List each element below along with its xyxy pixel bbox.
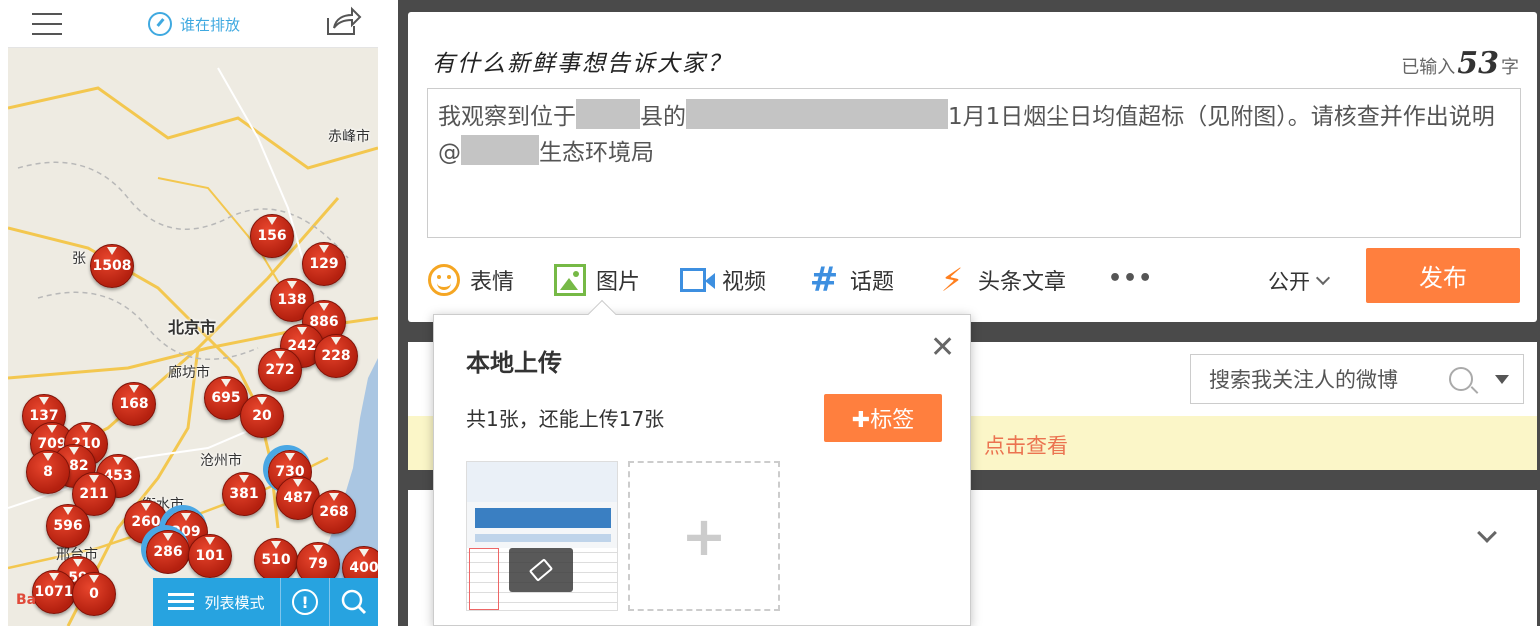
- city-label: 沧州市: [200, 453, 242, 469]
- add-image-slot[interactable]: +: [628, 461, 780, 611]
- pollution-map[interactable]: 赤峰市 北京市 廊坊市 张 沧州市 邢台市 衡水市 156 129 1508 1…: [8, 48, 378, 626]
- emission-marker[interactable]: 168: [112, 382, 156, 426]
- map-app-panel: 谁在排放 赤峰市 北京市 廊坊市 张 沧州市 邢台市 衡水市 156 129 1…: [8, 0, 378, 626]
- emission-marker[interactable]: 272: [258, 348, 302, 392]
- bottom-bar: 列表模式 !: [153, 578, 378, 626]
- thumb-highlight: [469, 548, 499, 610]
- article-button[interactable]: ⚡ 头条文章: [936, 260, 1066, 300]
- info-button[interactable]: !: [280, 578, 329, 626]
- tag-icon[interactable]: [509, 548, 573, 592]
- thumb-nav: [475, 508, 611, 528]
- list-mode-button[interactable]: 列表模式: [153, 578, 280, 626]
- list-icon: [168, 593, 195, 611]
- chevron-down-icon[interactable]: [1477, 523, 1497, 543]
- list-mode-label: 列表模式: [204, 593, 265, 612]
- video-icon: [680, 268, 715, 292]
- baidu-watermark: Ba: [16, 592, 37, 608]
- share-icon[interactable]: [324, 6, 362, 38]
- video-button[interactable]: 视频: [680, 260, 766, 300]
- upload-popover: 本地上传 ✕ 共1张，还能上传17张 ✚标签 +: [433, 299, 971, 626]
- city-label: 张: [72, 251, 86, 267]
- emission-marker[interactable]: 228: [314, 334, 358, 378]
- thumb-bar: [475, 534, 611, 542]
- emission-marker[interactable]: 20: [240, 394, 284, 438]
- emission-marker[interactable]: 0: [72, 572, 116, 616]
- app-name: 谁在排放: [180, 15, 241, 34]
- search-icon: [341, 589, 367, 615]
- topic-button[interactable]: # 话题: [808, 260, 894, 300]
- city-label: 廊坊市: [168, 365, 210, 381]
- more-icon[interactable]: •••: [1108, 266, 1153, 291]
- app-brand: 谁在排放: [148, 12, 240, 36]
- info-icon: !: [292, 589, 318, 615]
- counter-suffix: 字: [1501, 57, 1519, 78]
- upload-count: 共1张，还能上传17张: [466, 407, 665, 431]
- map-search-button[interactable]: [329, 578, 378, 626]
- hashtag-icon: #: [809, 260, 839, 300]
- compass-icon: [148, 12, 172, 36]
- search-placeholder: 搜索我关注人的微博: [1209, 368, 1398, 392]
- emission-marker[interactable]: 101: [188, 534, 232, 578]
- video-label: 视频: [722, 270, 767, 295]
- compose-prompt: 有什么新鲜事想告诉大家？: [432, 51, 732, 77]
- emission-marker[interactable]: 8: [26, 450, 70, 494]
- smiley-icon: [428, 264, 460, 296]
- topic-label: 话题: [850, 270, 895, 295]
- redacted-block: [686, 99, 948, 129]
- compose-text: 生态环境局: [539, 140, 654, 166]
- char-counter: 已输入 53 字: [1401, 46, 1519, 81]
- counter-prefix: 已输入: [1401, 57, 1456, 78]
- emission-marker[interactable]: 286: [146, 530, 190, 574]
- emoji-label: 表情: [470, 270, 515, 295]
- emission-marker[interactable]: 1508: [90, 244, 134, 288]
- city-label: 北京市: [168, 318, 217, 337]
- image-button[interactable]: 图片: [554, 260, 640, 300]
- view-new-posts-link[interactable]: 点击查看: [984, 430, 1068, 460]
- redacted-block: [576, 99, 640, 129]
- image-label: 图片: [596, 270, 641, 295]
- emission-marker[interactable]: 510: [254, 538, 298, 582]
- feed-search-input[interactable]: 搜索我关注人的微博: [1190, 354, 1524, 404]
- search-icon[interactable]: [1449, 367, 1473, 391]
- emission-marker[interactable]: 1071: [32, 570, 76, 614]
- caret-down-icon[interactable]: [1495, 375, 1509, 384]
- article-label: 头条文章: [978, 270, 1067, 295]
- emission-marker[interactable]: 129: [302, 242, 346, 286]
- add-tag-button[interactable]: ✚标签: [824, 394, 942, 442]
- chevron-down-icon: [1315, 270, 1331, 286]
- compose-card: 有什么新鲜事想告诉大家？ 已输入 53 字 我观察到位于 县的 1月1日烟尘日均值超…: [408, 12, 1537, 322]
- compose-textarea[interactable]: 我观察到位于 县的 1月1日烟尘日均值超标（见附图）。请核查并作出说明@ 生态环境局: [427, 88, 1521, 238]
- redacted-block: [461, 135, 539, 165]
- emission-marker[interactable]: 156: [250, 214, 294, 258]
- visibility-label: 公开: [1268, 270, 1310, 294]
- city-label: 赤峰市: [328, 129, 370, 145]
- compose-toolbar: 表情 图片 视频 # 话题 ⚡ 头条文章 ••• 公开: [428, 260, 1528, 300]
- menu-icon[interactable]: [32, 13, 62, 35]
- image-icon: [554, 264, 586, 296]
- lightning-icon: ⚡: [940, 261, 964, 299]
- counter-value: 53: [1457, 46, 1499, 81]
- uploaded-image-thumbnail[interactable]: [466, 461, 618, 611]
- publish-button[interactable]: 发布: [1366, 248, 1520, 303]
- app-header: 谁在排放: [8, 0, 378, 48]
- emission-marker[interactable]: 381: [222, 472, 266, 516]
- emission-marker[interactable]: 268: [312, 490, 356, 534]
- close-icon[interactable]: ✕: [930, 333, 955, 363]
- compose-text: 我观察到位于: [438, 104, 576, 130]
- emission-marker[interactable]: 596: [46, 504, 90, 548]
- plus-icon: +: [681, 504, 727, 568]
- emoji-button[interactable]: 表情: [428, 260, 514, 300]
- thumb-header: [467, 462, 617, 502]
- upload-title: 本地上传: [466, 349, 562, 377]
- compose-text: 县的: [640, 104, 686, 130]
- visibility-dropdown[interactable]: 公开: [1268, 266, 1331, 296]
